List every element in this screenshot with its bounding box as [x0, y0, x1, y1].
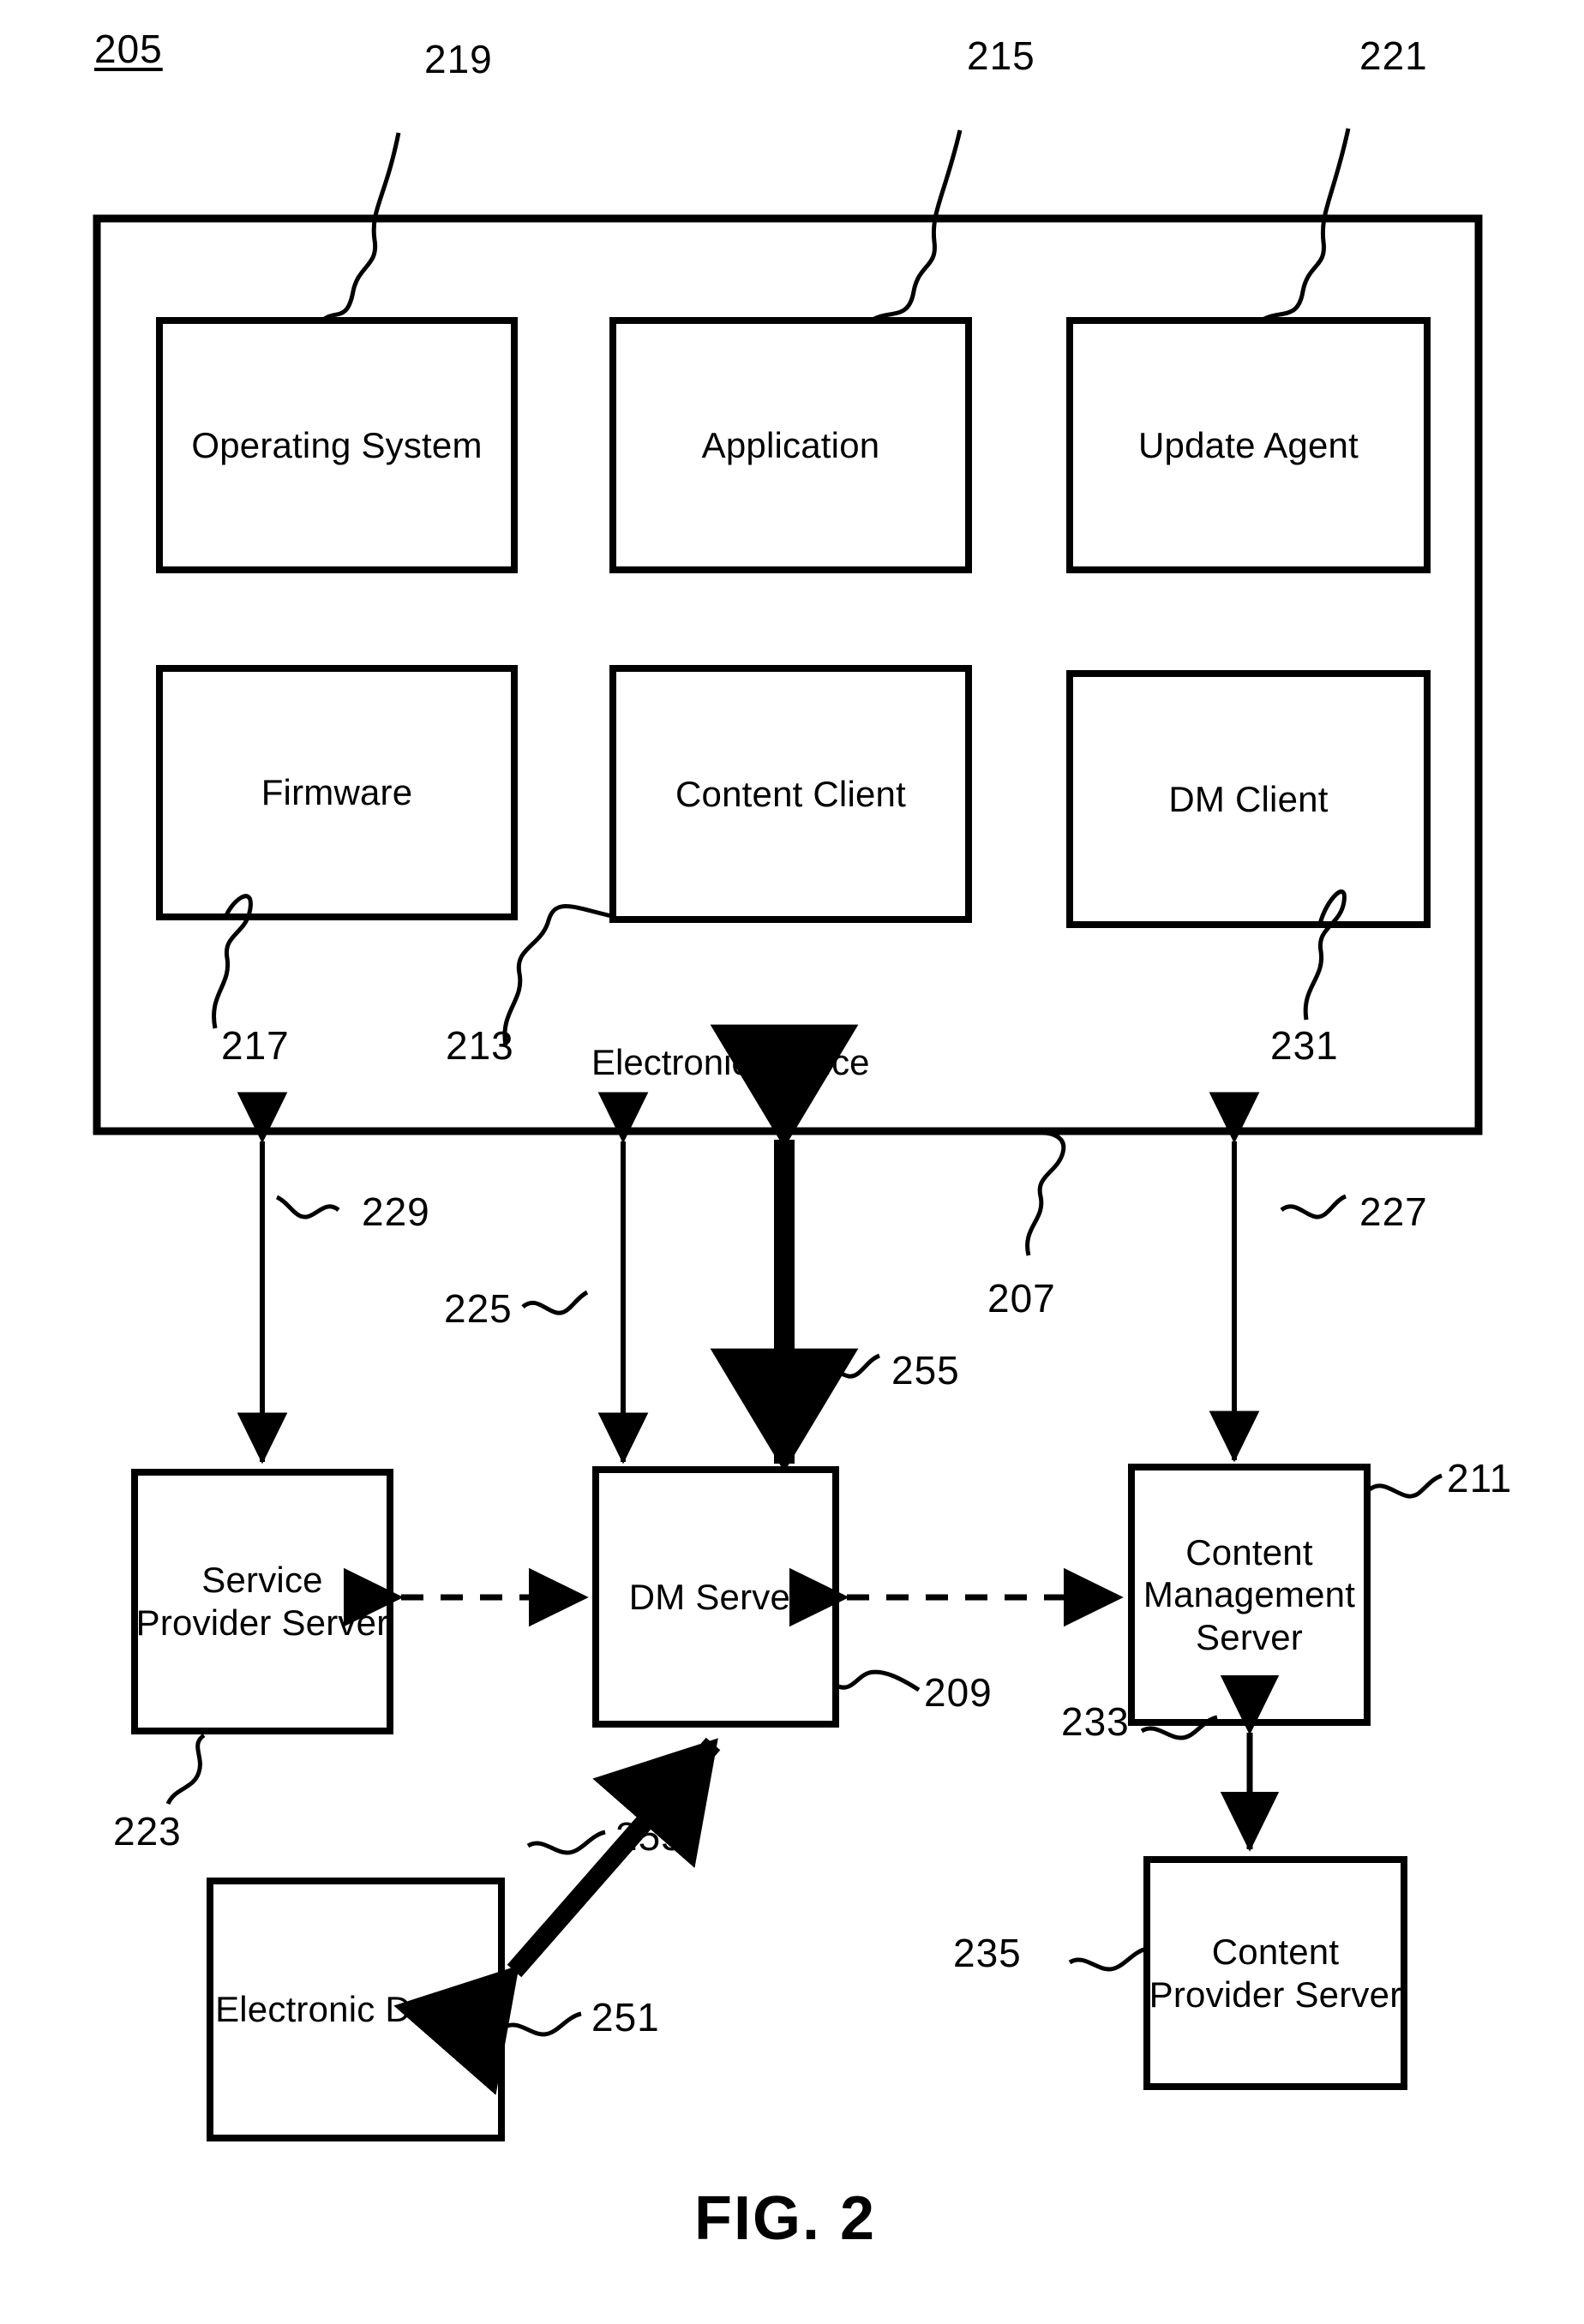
reference-229: 229	[362, 1189, 430, 1234]
reference-231: 231	[1270, 1023, 1339, 1068]
reference-209: 209	[924, 1670, 993, 1715]
reference-235: 235	[953, 1931, 1022, 1975]
figure-reference-205: 205	[94, 27, 163, 71]
reference-213: 213	[446, 1023, 514, 1068]
dm-server-box-outline	[592, 1466, 839, 1728]
lead-line-235	[1068, 1946, 1148, 1972]
reference-255-upper: 255	[891, 1348, 960, 1393]
lead-line-207	[1025, 1130, 1066, 1256]
reference-233: 233	[1061, 1699, 1130, 1744]
reference-251: 251	[591, 1995, 660, 2039]
content-client-box-outline	[609, 665, 972, 923]
reference-211: 211	[1447, 1456, 1513, 1500]
reference-225: 225	[444, 1286, 513, 1331]
electronic-device-bottom-box-outline	[207, 1878, 505, 2141]
lead-line-227	[1280, 1194, 1347, 1219]
lead-line-229	[275, 1195, 340, 1219]
reference-207: 207	[987, 1276, 1056, 1321]
lead-line-221	[1258, 128, 1351, 324]
lead-line-209	[837, 1669, 921, 1692]
lead-line-213	[502, 904, 616, 1046]
service-provider-server-box-outline	[131, 1469, 393, 1734]
application-box-outline	[609, 317, 972, 573]
firmware-box-outline	[156, 665, 518, 920]
content-provider-server-box-outline	[1143, 1856, 1407, 2090]
lead-line-215	[868, 129, 963, 324]
lead-line-255-lower	[526, 1830, 606, 1855]
content-management-server-box-outline	[1128, 1464, 1371, 1726]
reference-223: 223	[113, 1809, 182, 1854]
reference-219: 219	[424, 37, 493, 81]
patent-figure-page: 205 Operating System Application Update …	[0, 0, 1584, 2324]
lead-line-223	[165, 1733, 206, 1806]
lead-line-225	[521, 1290, 589, 1315]
figure-caption: FIG. 2	[694, 2184, 877, 2253]
dm-client-box-outline	[1066, 670, 1431, 928]
reference-221: 221	[1359, 33, 1428, 78]
reference-217: 217	[221, 1023, 290, 1068]
electronic-device-container-label: Electronic Device	[591, 1042, 870, 1082]
lead-line-231	[1303, 889, 1347, 1021]
reference-215: 215	[967, 33, 1035, 78]
lead-line-211	[1368, 1473, 1443, 1499]
operating-system-box-outline	[156, 317, 518, 573]
lead-line-251	[502, 2011, 582, 2037]
reference-227: 227	[1359, 1189, 1428, 1234]
update-agent-box-outline	[1066, 317, 1431, 573]
diagram-线-layer	[93, 128, 1483, 2141]
reference-255-lower: 255	[615, 1814, 684, 1859]
lead-line-255-upper	[813, 1353, 881, 1379]
lead-line-219	[320, 132, 401, 323]
